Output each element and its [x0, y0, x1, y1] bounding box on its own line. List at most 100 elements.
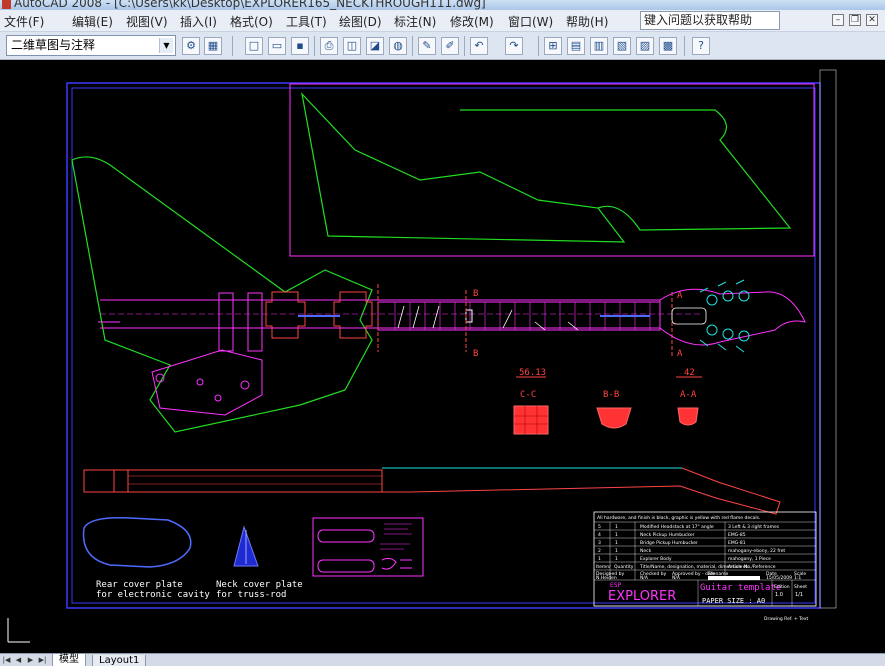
next-tab-icon[interactable]: ▶ — [25, 655, 36, 666]
section-view-aa — [677, 407, 699, 426]
print-icon[interactable]: ⎙ — [320, 37, 338, 55]
tab-model[interactable]: 模型 — [52, 654, 86, 666]
row-item: 2 — [598, 548, 601, 554]
document-window-controls: – ❐ ✕ — [832, 14, 882, 28]
row-qty: 1 — [615, 524, 618, 530]
sheet-set-icon[interactable]: ▧ — [613, 37, 631, 55]
ucs-icon — [7, 618, 30, 643]
row-ref: 3 Left & 3 right frames — [728, 524, 780, 530]
plot-preview-icon[interactable]: ◫ — [343, 37, 361, 55]
drawing-footer: Drawing Ref. + Text — [764, 616, 808, 622]
menu-format[interactable]: 格式(O) — [230, 13, 273, 30]
marker-a-bottom: A — [677, 349, 683, 359]
control-plate-outline — [151, 349, 263, 416]
tool-palettes-icon[interactable]: ▥ — [590, 37, 608, 55]
marker-a-top: A — [677, 291, 683, 301]
edition-value: 1.0 — [775, 592, 783, 598]
filename-field — [708, 576, 760, 580]
row-title: Modified Headstock at 17° angle — [640, 524, 714, 530]
menu-file[interactable]: 文件(F) — [4, 13, 44, 30]
nut-area — [671, 307, 707, 325]
workspace-select[interactable]: 二维草图与注释 ▼ — [6, 35, 176, 56]
sign-value: N/A — [672, 575, 681, 581]
markup-icon[interactable]: ▨ — [636, 37, 654, 55]
tab-layout1[interactable]: Layout1 — [92, 655, 147, 666]
row-title: Bridge Pickup Humbucker — [640, 540, 698, 546]
last-tab-icon[interactable]: ▶| — [37, 655, 48, 666]
explorer-body-outline — [71, 156, 373, 433]
note-rear-cover-2: for electronic cavity — [96, 590, 210, 600]
menu-draw[interactable]: 绘图(D) — [339, 13, 382, 30]
menu-modify[interactable]: 修改(M) — [450, 13, 494, 30]
autocad-app-icon — [2, 0, 11, 9]
menu-edit[interactable]: 编辑(E) — [72, 13, 113, 30]
section-view-cc — [513, 405, 549, 435]
toolbar-separator — [232, 36, 233, 56]
toolbar-separator — [538, 36, 539, 56]
row-title: Neck — [640, 548, 652, 554]
note-rear-cover-1: Rear cover plate — [96, 580, 183, 590]
row-title: Explorer Body — [640, 556, 672, 562]
row-ref: mahogany, 1 Piece — [728, 556, 771, 562]
publish-icon[interactable]: ◪ — [366, 37, 384, 55]
menu-help[interactable]: 帮助(H) — [566, 13, 608, 30]
chevron-down-icon[interactable]: ▼ — [159, 38, 173, 53]
section-label-cc: C-C — [520, 390, 536, 400]
brush-icon[interactable]: ✐ — [441, 37, 459, 55]
design-center-icon[interactable]: ⊞ — [544, 37, 562, 55]
layout-tab-bar: |◀ ◀ ▶ ▶| 模型 Layout1 — [0, 653, 885, 666]
open-file-icon[interactable]: ▭ — [268, 37, 286, 55]
properties-icon[interactable]: ▤ — [567, 37, 585, 55]
help-icon[interactable]: ? — [692, 37, 710, 55]
row-qty: 1 — [615, 548, 618, 554]
workspace-settings-icon[interactable]: ⚙ — [182, 37, 200, 55]
profile-details — [83, 470, 129, 492]
marker-b-top: B — [473, 289, 478, 299]
row-qty: 1 — [615, 532, 618, 538]
body-side-profile — [83, 469, 383, 493]
dim-value-a: 42 — [684, 368, 695, 378]
paper-size: PAPER SIZE : A0 — [702, 597, 765, 605]
sign-value: 1:1 — [794, 575, 801, 581]
col-header: Quantity — [614, 564, 634, 570]
help-search-input[interactable]: 键入问题以获取帮助 — [640, 11, 780, 30]
redo-icon[interactable]: ↷ — [505, 37, 523, 55]
menu-insert[interactable]: 插入(I) — [180, 13, 217, 30]
row-qty: 1 — [615, 540, 618, 546]
control-knob — [240, 380, 250, 390]
pickup-template-ring — [317, 529, 375, 543]
toolbar-separator — [314, 36, 315, 56]
rear-cover-plate — [82, 516, 192, 568]
template-logo-mark — [381, 557, 397, 570]
match-properties-icon[interactable]: ✎ — [418, 37, 436, 55]
menu-dimension[interactable]: 标注(N) — [394, 13, 436, 30]
row-title: Neck Pickup Humbucker — [640, 532, 695, 538]
restore-icon[interactable]: ❐ — [849, 14, 861, 26]
row-ref: EMG-81 — [728, 540, 746, 546]
undo-icon[interactable]: ↶ — [470, 37, 488, 55]
row-ref: mahogany-ebony, 22 fret — [728, 548, 785, 554]
menu-tools[interactable]: 工具(T) — [286, 13, 327, 30]
first-tab-icon[interactable]: |◀ — [1, 655, 12, 666]
drawing-canvas[interactable]: B B A A 56.13 C-C B-B 42 A-A Rear cover … — [0, 60, 885, 653]
col-header: Itemnr — [596, 564, 611, 570]
section-view-bb — [596, 407, 632, 429]
globe-icon[interactable]: ◍ — [389, 37, 407, 55]
menu-window[interactable]: 窗口(W) — [508, 13, 553, 30]
model-label: EXPLORER — [608, 589, 676, 604]
toolbar-separator — [412, 36, 413, 56]
prev-tab-icon[interactable]: ◀ — [13, 655, 24, 666]
calculator-icon[interactable]: ▩ — [659, 37, 677, 55]
title-block-header-note: All hardware, and finish is black, graph… — [597, 515, 760, 521]
row-item: 1 — [598, 556, 601, 562]
new-file-icon[interactable]: □ — [245, 37, 263, 55]
customize-icon[interactable]: ▦ — [204, 37, 222, 55]
save-icon[interactable]: ▪ — [291, 37, 309, 55]
neck-template-outline — [460, 109, 792, 231]
inlay-block — [465, 309, 473, 323]
minimize-icon[interactable]: – — [832, 14, 844, 26]
menu-view[interactable]: 视图(V) — [126, 13, 168, 30]
pickup-template-ring — [317, 559, 375, 573]
toolbar-separator — [684, 36, 685, 56]
close-icon[interactable]: ✕ — [866, 14, 878, 26]
